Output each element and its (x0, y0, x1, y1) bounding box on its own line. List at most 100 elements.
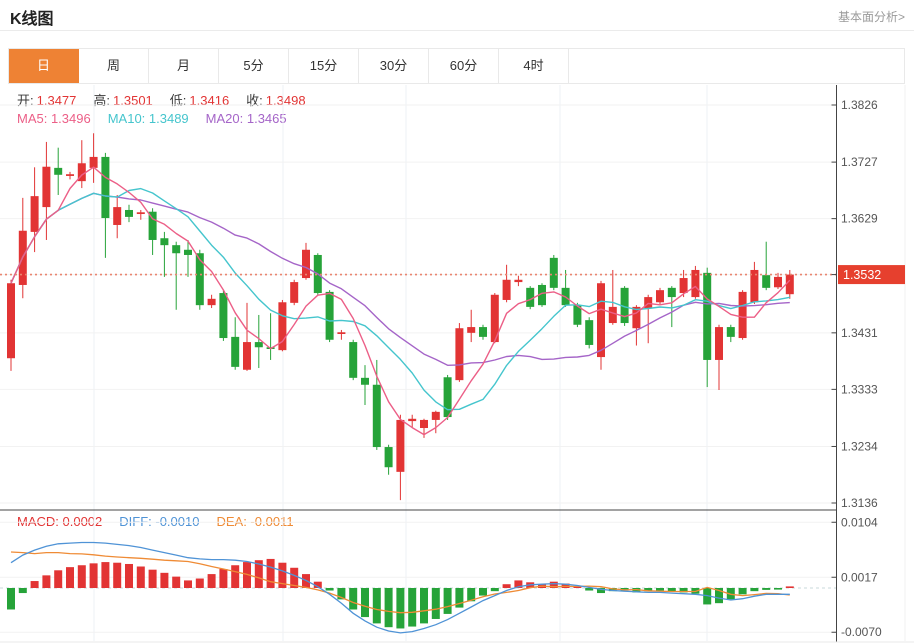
candle[interactable] (408, 419, 416, 421)
candle[interactable] (396, 420, 404, 472)
candle[interactable] (727, 327, 735, 337)
candle[interactable] (172, 245, 180, 253)
candle[interactable] (184, 250, 192, 255)
candle[interactable] (585, 320, 593, 345)
candle[interactable] (774, 277, 782, 287)
candle[interactable] (7, 283, 15, 358)
tab-15min[interactable]: 15分 (289, 49, 359, 83)
candle[interactable] (656, 290, 664, 302)
macd-bar[interactable] (774, 588, 782, 590)
macd-bar[interactable] (408, 588, 416, 627)
macd-bar[interactable] (349, 588, 357, 609)
tab-week[interactable]: 周 (79, 49, 149, 83)
candle[interactable] (113, 207, 121, 225)
candle[interactable] (762, 275, 770, 288)
macd-bar[interactable] (420, 588, 428, 623)
macd-bar[interactable] (444, 588, 452, 614)
macd-bar[interactable] (113, 563, 121, 588)
macd-bar[interactable] (19, 588, 27, 593)
candle[interactable] (715, 327, 723, 360)
candle[interactable] (326, 292, 334, 340)
candle[interactable] (219, 293, 227, 338)
macd-bar[interactable] (503, 584, 511, 588)
candle[interactable] (503, 280, 511, 300)
macd-bar[interactable] (786, 586, 794, 588)
candle[interactable] (373, 385, 381, 447)
candle[interactable] (54, 168, 62, 175)
candle[interactable] (479, 327, 487, 337)
macd-bar[interactable] (125, 564, 133, 588)
candle[interactable] (290, 282, 298, 303)
candle[interactable] (137, 212, 145, 214)
macd-bar[interactable] (66, 567, 74, 588)
tab-30min[interactable]: 30分 (359, 49, 429, 83)
candle[interactable] (467, 327, 475, 333)
candle[interactable] (786, 275, 794, 295)
macd-bar[interactable] (750, 588, 758, 591)
kline-macd-chart[interactable]: 1.38261.37271.36291.35321.34311.33331.32… (0, 85, 914, 643)
macd-bar[interactable] (491, 588, 499, 591)
candle[interactable] (243, 342, 251, 370)
macd-bar[interactable] (149, 570, 157, 588)
macd-bar[interactable] (137, 567, 145, 588)
macd-bar[interactable] (196, 579, 204, 588)
macd-bar[interactable] (184, 580, 192, 588)
macd-bar[interactable] (219, 569, 227, 588)
candle[interactable] (385, 447, 393, 467)
candle[interactable] (597, 283, 605, 357)
macd-bar[interactable] (160, 573, 168, 588)
candle[interactable] (420, 420, 428, 428)
candle[interactable] (125, 210, 133, 217)
macd-bar[interactable] (762, 588, 770, 590)
fundamental-analysis-link[interactable]: 基本面分析> (838, 8, 905, 25)
candle[interactable] (455, 328, 463, 380)
macd-bar[interactable] (656, 588, 664, 591)
tab-5min[interactable]: 5分 (219, 49, 289, 83)
candle[interactable] (680, 278, 688, 293)
macd-bar[interactable] (101, 562, 109, 588)
macd-bar[interactable] (7, 588, 15, 609)
macd-bar[interactable] (78, 565, 86, 588)
macd-bar[interactable] (208, 574, 216, 588)
candle[interactable] (208, 299, 216, 305)
macd-bar[interactable] (172, 577, 180, 588)
candle[interactable] (432, 412, 440, 420)
candle[interactable] (444, 377, 452, 417)
macd-bar[interactable] (479, 588, 487, 596)
tab-60min[interactable]: 60分 (429, 49, 499, 83)
macd-bar[interactable] (326, 588, 334, 591)
macd-bar[interactable] (42, 575, 50, 588)
candle[interactable] (196, 253, 204, 305)
macd-bar[interactable] (90, 563, 98, 588)
candle[interactable] (160, 238, 168, 245)
candle[interactable] (255, 342, 263, 347)
macd-bar[interactable] (373, 588, 381, 623)
candle[interactable] (337, 332, 345, 334)
candle[interactable] (231, 337, 239, 367)
candle[interactable] (703, 273, 711, 360)
tab-day[interactable]: 日 (9, 49, 79, 83)
macd-bar[interactable] (31, 581, 39, 588)
candle[interactable] (361, 378, 369, 385)
macd-bar[interactable] (432, 588, 440, 619)
macd-bar[interactable] (739, 588, 747, 594)
candle[interactable] (66, 174, 74, 176)
macd-bar[interactable] (361, 588, 369, 617)
macd-bar[interactable] (396, 588, 404, 628)
macd-bar[interactable] (267, 559, 275, 588)
candle[interactable] (739, 292, 747, 338)
macd-bar[interactable] (668, 588, 676, 591)
candle[interactable] (668, 288, 676, 297)
macd-bar[interactable] (385, 588, 393, 627)
candle[interactable] (550, 258, 558, 288)
tab-month[interactable]: 月 (149, 49, 219, 83)
candle[interactable] (514, 280, 522, 282)
macd-bar[interactable] (231, 565, 239, 588)
macd-bar[interactable] (54, 570, 62, 588)
candle[interactable] (101, 157, 109, 218)
candle[interactable] (349, 342, 357, 378)
candle[interactable] (42, 167, 50, 207)
tab-4hour[interactable]: 4时 (499, 49, 569, 83)
candle[interactable] (90, 157, 98, 168)
candle[interactable] (31, 196, 39, 232)
